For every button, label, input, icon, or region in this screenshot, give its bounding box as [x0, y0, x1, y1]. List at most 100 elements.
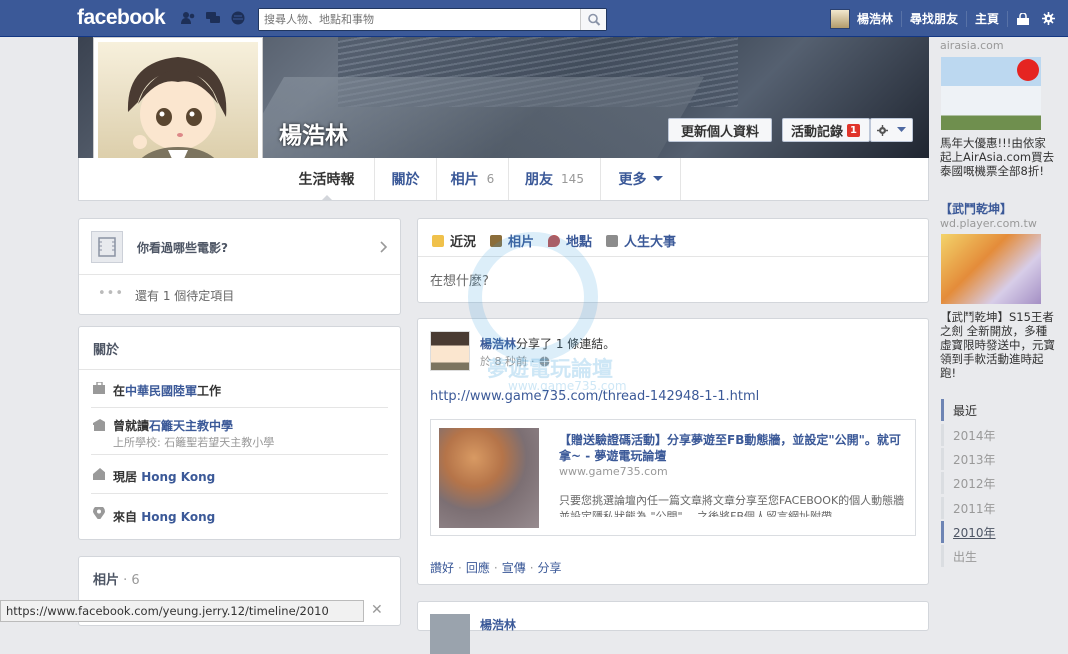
search-icon: [588, 13, 601, 26]
employer-link[interactable]: 中華民國陸軍: [125, 384, 197, 398]
about-current-city: 現居 Hong Kong: [91, 456, 388, 494]
ad-url: airasia.com: [940, 39, 1004, 52]
school-link[interactable]: 石籬天主教中學: [149, 419, 233, 433]
tab-about[interactable]: 關於: [375, 158, 437, 200]
hometown-link[interactable]: Hong Kong: [141, 510, 215, 524]
tab-count: 145: [561, 172, 584, 186]
about-suffix: 工作: [197, 384, 222, 398]
chevron-down-icon: [897, 127, 906, 132]
update-info-button[interactable]: 更新個人資料: [668, 118, 772, 142]
notifications-icon[interactable]: [230, 11, 246, 25]
post-author-avatar[interactable]: [430, 331, 470, 371]
current-city-link[interactable]: Hong Kong: [141, 470, 215, 484]
composer-tab-status[interactable]: 近況: [432, 231, 476, 250]
close-icon[interactable]: ✕: [371, 602, 383, 618]
film-icon: [91, 231, 123, 263]
action-dot: ·: [529, 561, 534, 575]
tab-friends[interactable]: 朋友 145: [509, 158, 601, 200]
activity-log-label: 活動記錄: [791, 124, 844, 140]
search-input[interactable]: [259, 9, 579, 30]
comment-link[interactable]: 回應: [466, 561, 490, 575]
link-preview[interactable]: 【贈送驗證碼活動】分享夢遊至FB動態牆，並設定"公開"。就可拿~ - 夢遊電玩論…: [430, 419, 916, 536]
find-friends-link[interactable]: 尋找朋友: [910, 10, 958, 27]
nav-divider: [966, 10, 968, 27]
year-recent[interactable]: 最近: [941, 399, 1068, 421]
action-dot: ·: [493, 561, 498, 575]
privacy-lock-icon[interactable]: [1016, 12, 1030, 25]
top-bar: facebook 楊浩林 尋找朋友 主頁: [0, 0, 1068, 37]
avatar[interactable]: [830, 8, 850, 29]
home-link[interactable]: 主頁: [975, 10, 999, 27]
link-preview-title[interactable]: 【贈送驗證碼活動】分享夢遊至FB動態牆，並設定"公開"。就可拿~ - 夢遊電玩論…: [559, 432, 905, 464]
about-prefix: 現居: [113, 470, 142, 484]
tab-label: 生活時報: [298, 172, 355, 188]
tab-count: 6: [486, 172, 495, 186]
search-button[interactable]: [580, 9, 606, 30]
composer-tab-photo[interactable]: 相片: [490, 231, 534, 250]
tab-photos[interactable]: 相片 6: [437, 158, 509, 200]
composer-tab-place[interactable]: 地點: [548, 231, 592, 250]
year-2014[interactable]: 2014年: [941, 424, 1068, 446]
activity-badge: 1: [847, 123, 860, 137]
friend-requests-icon[interactable]: [180, 11, 196, 25]
about-title[interactable]: 關於: [79, 327, 400, 370]
about-education-text: 曾就讀石籬天主教中學: [113, 417, 233, 434]
about-education-sub: 上所學校: 石籬聖若望天主教小學: [113, 436, 275, 449]
more-dots-icon: •••: [98, 286, 125, 301]
activity-log-button[interactable]: 活動記錄 1: [782, 118, 870, 142]
pending-row[interactable]: ••• 還有 1 個待定項目: [79, 276, 400, 314]
year-2010[interactable]: 2010年: [941, 521, 1068, 543]
chevron-down-icon: [652, 176, 663, 181]
year-2011[interactable]: 2011年: [941, 497, 1068, 519]
post-author[interactable]: 楊浩林: [480, 616, 516, 633]
action-dot: ·: [458, 561, 462, 575]
year-born[interactable]: 出生: [941, 545, 1068, 567]
tab-more[interactable]: 更多: [601, 158, 681, 200]
tab-label: 更多: [618, 172, 647, 188]
nav-user-name[interactable]: 楊浩林: [857, 10, 893, 27]
composer-tab-label: 相片: [508, 235, 535, 250]
gear-icon: [877, 124, 888, 136]
watermark-url: www.game735.com: [508, 379, 627, 393]
browser-status-url: https://www.facebook.com/yeung.jerry.12/…: [0, 600, 364, 622]
about-prefix: 曾就讀: [113, 419, 150, 433]
profile-name[interactable]: 楊浩林: [279, 116, 348, 150]
movies-prompt-text: 你看過哪些電影?: [137, 241, 228, 255]
school-icon: [93, 419, 105, 431]
facebook-logo[interactable]: facebook: [77, 6, 166, 30]
gear-icon[interactable]: [1042, 12, 1056, 25]
about-hometown-text: 來自 Hong Kong: [113, 508, 215, 525]
like-link[interactable]: 讚好: [430, 561, 454, 575]
composer-tab-life-event[interactable]: 人生大事: [606, 231, 676, 250]
composer-tab-label: 地點: [566, 235, 593, 250]
year-2013[interactable]: 2013年: [941, 448, 1068, 470]
nav-right: 楊浩林 尋找朋友 主頁: [830, 0, 1056, 37]
post-author-avatar[interactable]: [430, 614, 470, 654]
photos-header[interactable]: 相片 · 6: [93, 569, 140, 588]
share-link[interactable]: 分享: [538, 561, 562, 575]
composer: 近況 相片 地點 人生大事 在想什麼?: [417, 218, 929, 303]
about-card: 關於 在中華民國陸軍工作 曾就讀石籬天主教中學 上所學校: 石籬聖若望天主教小學…: [78, 326, 401, 540]
promote-link[interactable]: 宣傳: [502, 561, 526, 575]
ad-game[interactable]: 【武鬥乾坤】 wd.player.com.tw 【武鬥乾坤】S15王者之劍 全新…: [940, 200, 1068, 380]
map-pin-icon: [548, 234, 561, 247]
tab-timeline[interactable]: 生活時報: [279, 158, 375, 201]
post-author[interactable]: 楊浩林: [480, 337, 516, 351]
about-work: 在中華民國陸軍工作: [91, 372, 388, 408]
ad-body: 馬年大優惠!!!由依家起上AirAsia.com買去泰國嘅機票全部8折!: [940, 136, 1055, 178]
messages-icon[interactable]: [205, 11, 221, 25]
photos-separator: ·: [119, 573, 132, 588]
settings-dropdown-button[interactable]: [870, 118, 913, 142]
link-preview-description: 只要您挑選論壇內任一篇文章將文章分享至您FACEBOOK的個人動態牆並設定隱私狀…: [559, 494, 905, 517]
composer-tab-label: 近況: [450, 235, 477, 250]
search-box: [258, 8, 607, 31]
camera-icon: [490, 234, 503, 247]
about-work-text: 在中華民國陸軍工作: [113, 382, 221, 399]
year-2012[interactable]: 2012年: [941, 472, 1068, 494]
movies-prompt-row[interactable]: 你看過哪些電影?: [79, 219, 400, 275]
composer-input[interactable]: 在想什麼?: [430, 270, 916, 289]
about-prefix: 來自: [113, 510, 142, 524]
chevron-right-icon: [380, 241, 388, 253]
airasia-logo: [1017, 59, 1039, 81]
composer-tabs: 近況 相片 地點 人生大事: [432, 231, 690, 250]
